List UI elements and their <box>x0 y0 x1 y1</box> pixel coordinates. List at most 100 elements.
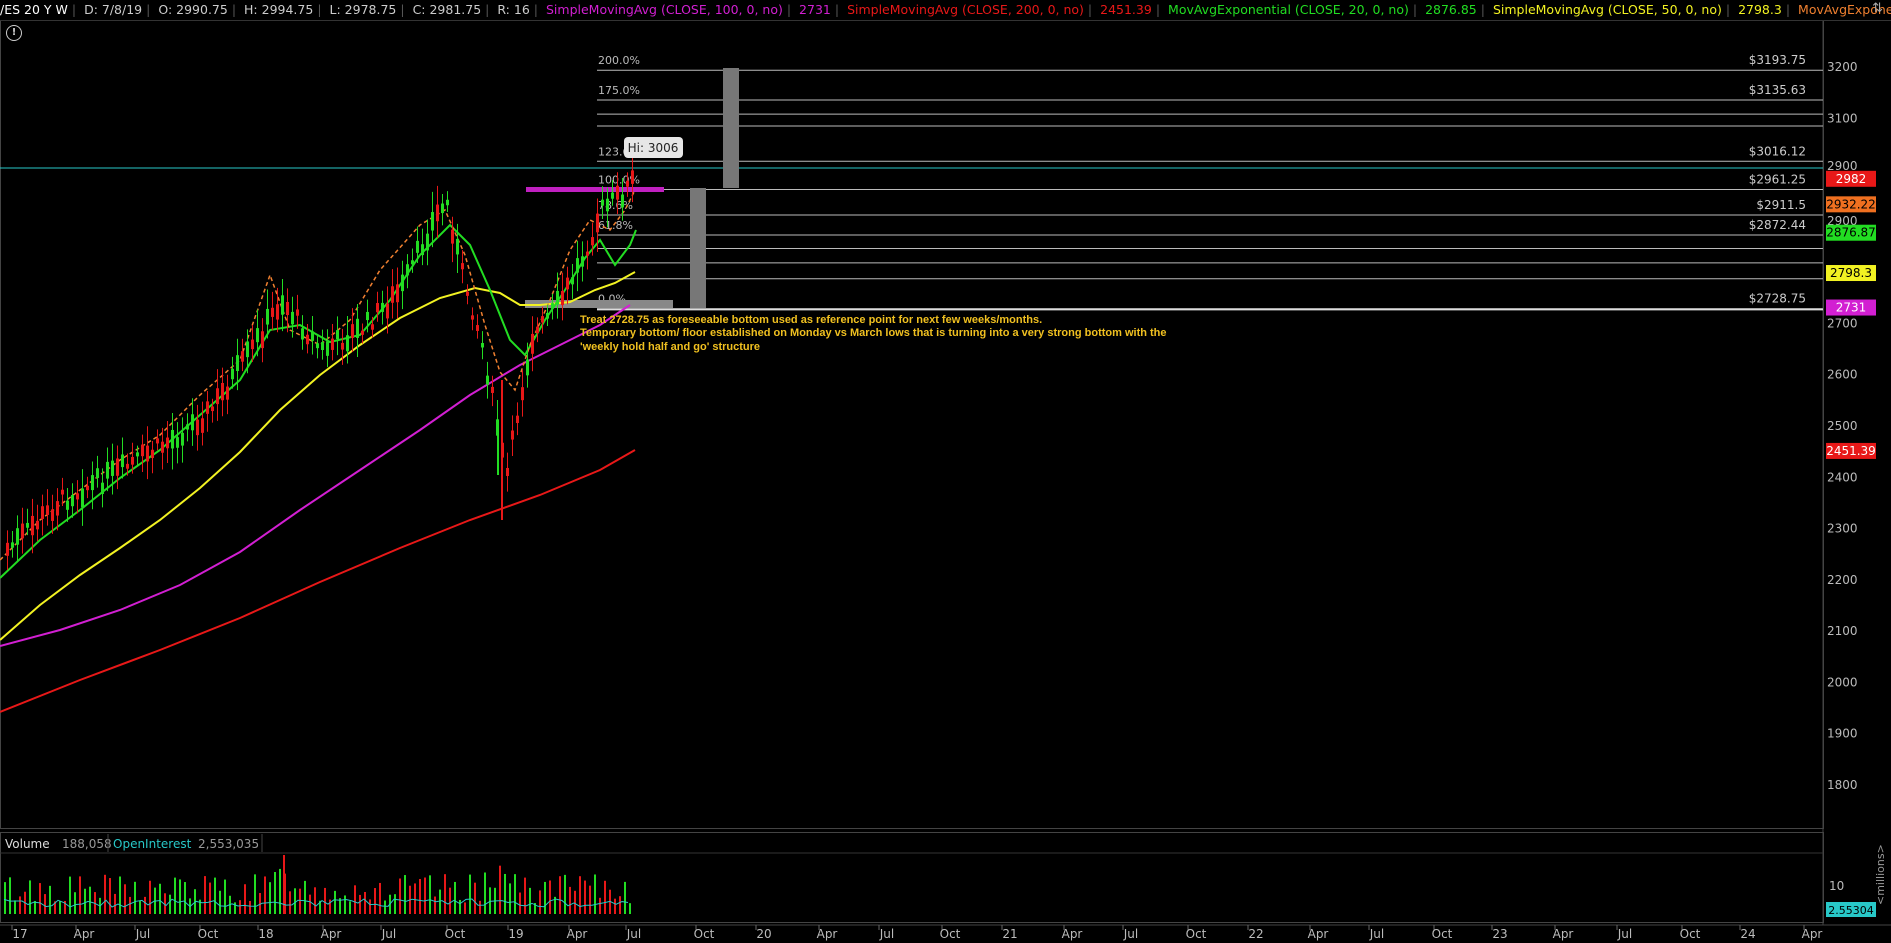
chart-header: /ES 20 Y W | D: 7/8/19 | O: 2990.75 | H: 29… <box>0 0 1891 21</box>
time-tick-label: 20 <box>756 927 771 941</box>
study-sma50-label[interactable]: SimpleMovingAvg (CLOSE, 50, 0, no) <box>1493 2 1722 17</box>
candle-body <box>141 444 144 457</box>
volume-panel-frame <box>0 832 1824 923</box>
candle-body <box>376 303 379 313</box>
sma100-line <box>0 304 631 647</box>
fib-price-label: $3193.75 <box>1749 53 1806 67</box>
volume-bar <box>399 878 401 914</box>
volume-bar <box>279 868 281 914</box>
volume-bar <box>169 894 171 914</box>
volume-bar <box>119 876 121 914</box>
candle-body <box>591 237 594 246</box>
price-badge-label: 2731 <box>1836 301 1867 315</box>
candle-body <box>401 274 404 292</box>
candle-body <box>171 429 174 449</box>
projection-bar-upper[interactable] <box>723 68 739 188</box>
time-tick-label: 21 <box>1002 927 1017 941</box>
price-tick: 1800 <box>1827 778 1858 792</box>
candle-body <box>151 449 154 459</box>
alert-icon[interactable]: ! <box>6 25 22 41</box>
candle-body <box>561 290 564 306</box>
price-badge-label: 2451.39 <box>1826 444 1876 458</box>
candle-body <box>281 295 284 315</box>
volume-header: Volume 188,058 OpenInterest 2,553,035 <box>5 834 263 852</box>
volume-bar <box>444 874 446 914</box>
volume-bar <box>629 903 631 914</box>
time-tick-label: Oct <box>1680 927 1701 941</box>
candle-body <box>191 414 194 431</box>
time-tick-label: Oct <box>1432 927 1453 941</box>
volume-bar <box>59 901 61 914</box>
candle-body <box>611 192 614 199</box>
candle-body <box>276 304 279 320</box>
ema20-line <box>0 223 637 579</box>
candlesticks <box>6 157 634 570</box>
time-tick-label: Jul <box>1369 927 1384 941</box>
candle-body <box>541 316 544 323</box>
volume-bar <box>209 882 211 914</box>
candle-body <box>21 523 24 539</box>
study-sma200-label[interactable]: SimpleMovingAvg (CLOSE, 200, 0, no) <box>847 2 1084 17</box>
volume-bar <box>479 900 481 914</box>
projection-bar-lower[interactable] <box>690 188 706 308</box>
volume-bar <box>509 883 511 914</box>
volume-bar <box>434 896 436 914</box>
candle-body <box>166 437 169 449</box>
volume-bar <box>9 877 11 914</box>
candle-body <box>421 244 424 256</box>
collapse-icon[interactable]: ⇅ <box>1872 1 1883 16</box>
volume-bar <box>244 884 246 914</box>
time-tick-label: 23 <box>1492 927 1507 941</box>
volume-bar <box>624 881 626 914</box>
volume-bar <box>304 880 306 914</box>
time-tick-label: Apr <box>1062 927 1083 941</box>
candle-body <box>441 203 444 214</box>
symbol[interactable]: /ES 20 Y W <box>0 2 68 17</box>
volume-bar <box>459 899 461 914</box>
top-zone-marker[interactable] <box>526 187 664 192</box>
volume-scale-tick: 10 <box>1829 879 1844 893</box>
chart-canvas[interactable]: 200.0% $3193.75175.0% $3135.63123.6% $3016.… <box>0 0 1891 943</box>
candle-body <box>241 351 244 362</box>
fibonacci-levels[interactable]: 200.0% $3193.75175.0% $3135.63123.6% $3016.… <box>597 53 1823 311</box>
candle-body <box>16 528 19 545</box>
candle-body <box>236 355 239 372</box>
fib-price-label: $2872.44 <box>1749 218 1806 232</box>
volume-bar <box>299 888 301 914</box>
candle-body <box>116 458 119 476</box>
candle-body <box>566 277 569 290</box>
volume-bar <box>174 877 176 914</box>
study-ema20-label[interactable]: MovAvgExponential (CLOSE, 20, 0, no) <box>1168 2 1409 17</box>
volume-bar <box>599 897 601 914</box>
bar-close: C: 2981.75 <box>412 2 482 17</box>
volume-bar <box>129 896 131 914</box>
bar-low: L: 2978.75 <box>329 2 397 17</box>
volume-bar <box>519 892 521 914</box>
volume-bar <box>79 876 81 914</box>
time-tick-label: Oct <box>198 927 219 941</box>
volume-bar <box>394 894 396 914</box>
fib-percent-label: 200.0% <box>598 54 640 67</box>
annotation-line-3: 'weekly hold half and go' structure <box>580 341 760 353</box>
time-tick-label: Oct <box>445 927 466 941</box>
candle-body <box>56 501 59 516</box>
volume-bar <box>579 876 581 914</box>
time-axis[interactable]: 17 Apr Jul Oct 18 Apr Jul Oct 19 Apr Jul Oct 20 Apr Ju… <box>11 925 1822 941</box>
volume-bar <box>594 874 596 914</box>
time-tick-label: 24 <box>1740 927 1755 941</box>
volume-bar <box>589 885 591 914</box>
candle-body <box>626 180 629 187</box>
volume-bar <box>454 881 456 914</box>
time-tick-label: Apr <box>567 927 588 941</box>
candle-body <box>306 334 309 345</box>
study-ema20-value: 2876.85 <box>1425 2 1477 17</box>
candle-body <box>211 406 214 412</box>
candle-body <box>246 341 249 358</box>
time-tick-label: Oct <box>1186 927 1207 941</box>
time-tick-label: 18 <box>258 927 273 941</box>
study-sma100-label[interactable]: SimpleMovingAvg (CLOSE, 100, 0, no) <box>546 2 783 17</box>
volume-bar <box>289 891 291 914</box>
time-tick-label: 22 <box>1248 927 1263 941</box>
candle-body <box>426 233 429 251</box>
volume-bar <box>429 875 431 914</box>
